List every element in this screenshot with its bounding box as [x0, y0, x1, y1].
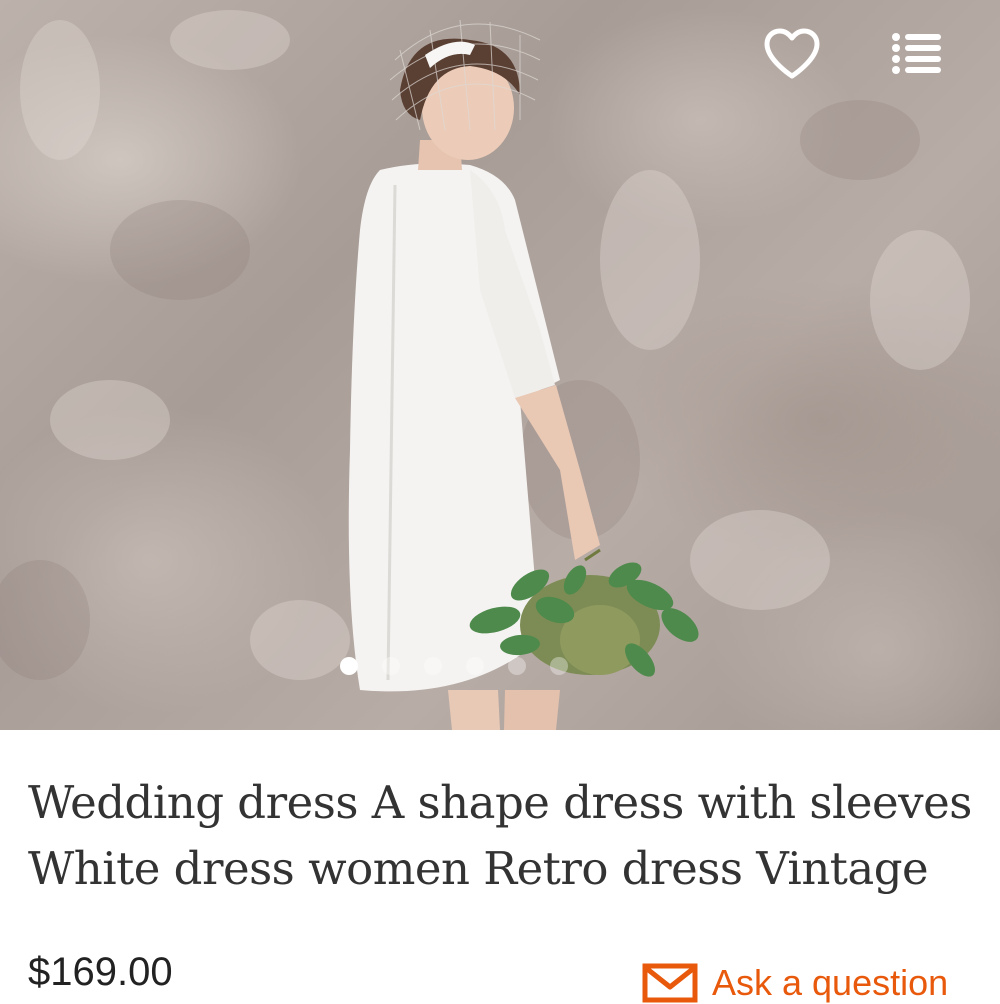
product-price: $169.00: [28, 950, 173, 994]
product-title-line-1: Wedding dress A shape dress with sleeves: [28, 776, 972, 829]
carousel-dot-2[interactable]: [382, 657, 400, 675]
product-title-line-2: White dress women Retro dress Vintage: [28, 842, 929, 895]
menu-button[interactable]: [886, 26, 948, 80]
carousel-dot-5[interactable]: [508, 657, 526, 675]
product-title: Wedding dress A shape dress with sleeves…: [28, 770, 978, 902]
carousel-dot-3[interactable]: [424, 657, 442, 675]
product-photo: [0, 10, 970, 730]
carousel-dot-4[interactable]: [466, 657, 484, 675]
favorite-button[interactable]: [760, 24, 824, 84]
ask-question-button[interactable]: Ask a question: [642, 962, 948, 1004]
product-image-carousel[interactable]: [0, 0, 1000, 730]
ask-question-label: Ask a question: [712, 962, 949, 1003]
list-menu-icon: [892, 33, 941, 74]
carousel-dot-1[interactable]: [340, 657, 358, 675]
carousel-indicator: [340, 656, 568, 676]
envelope-icon: [642, 963, 698, 1003]
carousel-dot-6[interactable]: [550, 657, 568, 675]
heart-icon: [764, 28, 820, 79]
